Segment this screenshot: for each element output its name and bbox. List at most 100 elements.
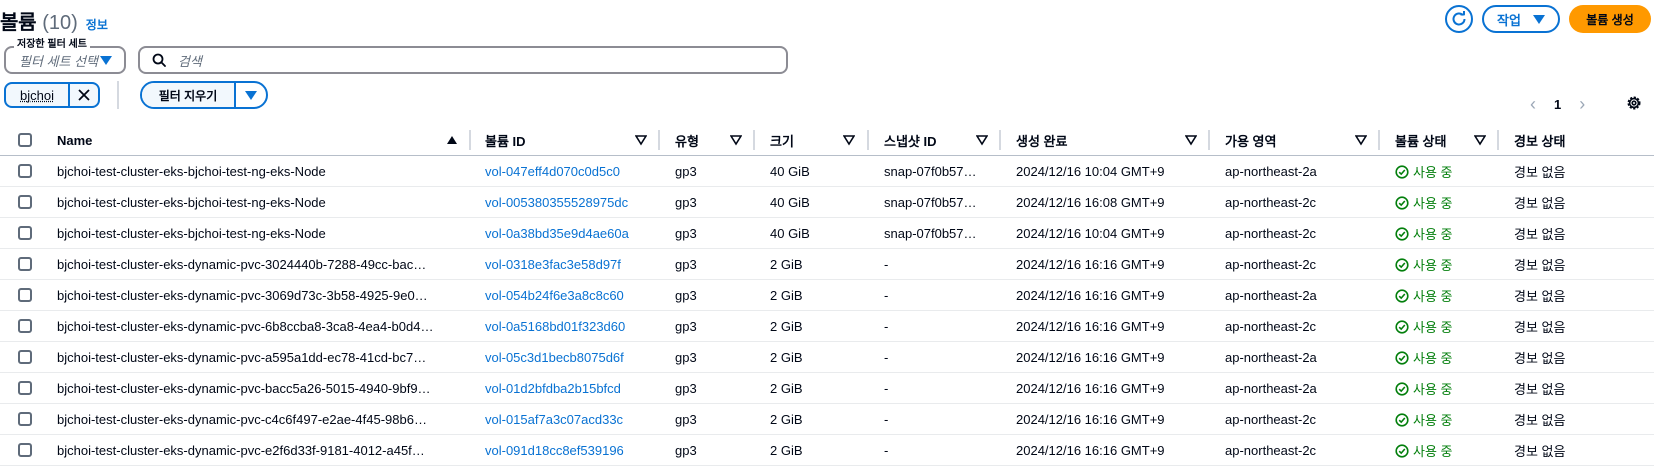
- column-header-availability-zone[interactable]: 가용 영역: [1225, 124, 1276, 156]
- cell-volume-id-text[interactable]: vol-005380355528975dc: [485, 195, 628, 210]
- table-row[interactable]: bjchoi-test-cluster-eks-dynamic-pvc-3024…: [0, 249, 1654, 280]
- cell-volume-id-text[interactable]: vol-091d18cc8ef539196: [485, 443, 624, 458]
- sort-icon[interactable]: [1474, 134, 1486, 146]
- cell-volume-state: 사용 중: [1395, 373, 1495, 404]
- table-row[interactable]: bjchoi-test-cluster-eks-dynamic-pvc-3069…: [0, 280, 1654, 311]
- table-row[interactable]: bjchoi-test-cluster-eks-dynamic-pvc-a595…: [0, 342, 1654, 373]
- column-header-volume-id[interactable]: 볼륨 ID: [485, 124, 526, 156]
- current-page[interactable]: 1: [1554, 97, 1561, 112]
- cell-volume-id-text[interactable]: vol-05c3d1becb8075d6f: [485, 350, 624, 365]
- column-header-size[interactable]: 크기: [770, 124, 794, 156]
- cell-alarm-state: 경보 없음: [1514, 435, 1654, 466]
- cell-volume-id-text[interactable]: vol-047eff4d070c0d5c0: [485, 164, 620, 179]
- cell-volume-id-text[interactable]: vol-0a5168bd01f323d60: [485, 319, 625, 334]
- cell-volume-id[interactable]: vol-047eff4d070c0d5c0: [485, 156, 650, 187]
- status-text: 사용 중: [1413, 413, 1453, 428]
- table-row[interactable]: bjchoi-test-cluster-eks-bjchoi-test-ng-e…: [0, 156, 1654, 187]
- cell-volume-id-text[interactable]: vol-0318e3fac3e58d97f: [485, 257, 621, 272]
- table-row[interactable]: bjchoi-test-cluster-eks-bjchoi-test-ng-e…: [0, 187, 1654, 218]
- row-checkbox[interactable]: [18, 443, 32, 457]
- column-separator[interactable]: [1497, 130, 1499, 150]
- row-checkbox[interactable]: [18, 226, 32, 240]
- column-header-created[interactable]: 생성 완료: [1016, 124, 1067, 156]
- clear-filters-dropdown[interactable]: [236, 83, 266, 107]
- row-checkbox[interactable]: [18, 412, 32, 426]
- search-input[interactable]: 검색: [138, 46, 788, 74]
- sort-icon[interactable]: [1185, 134, 1197, 146]
- cell-name: bjchoi-test-cluster-eks-bjchoi-test-ng-e…: [57, 156, 457, 187]
- cell-volume-id-text[interactable]: vol-054b24f6e3a8c8c60: [485, 288, 624, 303]
- table-row[interactable]: bjchoi-test-cluster-eks-bjchoi-test-ng-e…: [0, 218, 1654, 249]
- cell-volume-id[interactable]: vol-05c3d1becb8075d6f: [485, 342, 650, 373]
- cell-volume-id[interactable]: vol-091d18cc8ef539196: [485, 435, 650, 466]
- cell-snapshot-id-text: -: [884, 288, 889, 303]
- refresh-button[interactable]: [1445, 5, 1473, 33]
- sort-icon[interactable]: [635, 134, 647, 146]
- row-checkbox[interactable]: [18, 288, 32, 302]
- clear-filters-split-button: 필터 지우기: [140, 81, 268, 109]
- table-row[interactable]: bjchoi-test-cluster-eks-dynamic-pvc-bacc…: [0, 373, 1654, 404]
- column-separator[interactable]: [469, 130, 471, 150]
- cell-volume-id-text[interactable]: vol-0a38bd35e9d4ae60a: [485, 226, 629, 241]
- sort-icon[interactable]: [843, 134, 855, 146]
- cell-availability-zone: ap-northeast-2c: [1225, 187, 1375, 218]
- cell-volume-id[interactable]: vol-0318e3fac3e58d97f: [485, 249, 650, 280]
- cell-name-text: bjchoi-test-cluster-eks-dynamic-pvc-bacc…: [57, 381, 431, 396]
- column-header-snapshot-id[interactable]: 스냅샷 ID: [884, 124, 937, 156]
- table-row[interactable]: bjchoi-test-cluster-eks-dynamic-pvc-e2f6…: [0, 435, 1654, 466]
- table-row[interactable]: bjchoi-test-cluster-eks-dynamic-pvc-6b8c…: [0, 311, 1654, 342]
- cell-volume-id[interactable]: vol-015af7a3c07acd33c: [485, 404, 650, 435]
- column-header-name[interactable]: Name: [57, 124, 92, 156]
- cell-volume-id[interactable]: vol-0a38bd35e9d4ae60a: [485, 218, 650, 249]
- column-header-alarm-state[interactable]: 경보 상태: [1514, 124, 1565, 156]
- row-checkbox[interactable]: [18, 257, 32, 271]
- cell-volume-id[interactable]: vol-0a5168bd01f323d60: [485, 311, 650, 342]
- filter-token-label[interactable]: bjchoi: [6, 88, 68, 103]
- cell-size-text: 2 GiB: [770, 350, 803, 365]
- cell-type: gp3: [675, 435, 745, 466]
- cell-size: 2 GiB: [770, 373, 860, 404]
- next-page-icon[interactable]: ›: [1579, 94, 1585, 115]
- column-separator[interactable]: [867, 130, 869, 150]
- column-header-type[interactable]: 유형: [675, 124, 699, 156]
- clear-filters-button[interactable]: 필터 지우기: [142, 83, 236, 107]
- column-separator[interactable]: [1378, 130, 1380, 150]
- cell-volume-state: 사용 중: [1395, 435, 1495, 466]
- gear-icon[interactable]: [1625, 94, 1643, 112]
- cell-volume-id[interactable]: vol-005380355528975dc: [485, 187, 650, 218]
- sort-ascending-icon[interactable]: [446, 134, 458, 146]
- row-checkbox[interactable]: [18, 164, 32, 178]
- sort-icon[interactable]: [1355, 134, 1367, 146]
- actions-dropdown-button[interactable]: 작업: [1482, 5, 1560, 33]
- column-separator[interactable]: [658, 130, 660, 150]
- previous-page-icon[interactable]: ‹: [1530, 94, 1536, 115]
- info-link[interactable]: 정보: [86, 16, 108, 33]
- remove-token-button[interactable]: [68, 84, 98, 106]
- create-volume-button[interactable]: 볼륨 생성: [1569, 5, 1651, 33]
- row-checkbox[interactable]: [18, 381, 32, 395]
- select-all-checkbox[interactable]: [18, 133, 32, 147]
- column-separator[interactable]: [753, 130, 755, 150]
- row-checkbox[interactable]: [18, 350, 32, 364]
- cell-alarm-state: 경보 없음: [1514, 249, 1654, 280]
- saved-filter-select[interactable]: 필터 세트 선택: [4, 46, 126, 74]
- column-separator[interactable]: [999, 130, 1001, 150]
- sort-icon[interactable]: [976, 134, 988, 146]
- row-checkbox[interactable]: [18, 195, 32, 209]
- column-separator[interactable]: [1208, 130, 1210, 150]
- volumes-table: Name 볼륨 ID 유형 크기 스냅샷 ID 생성 완료 가용 영역 볼륨 상…: [0, 124, 1654, 466]
- cell-volume-id-text[interactable]: vol-015af7a3c07acd33c: [485, 412, 623, 427]
- sort-icon[interactable]: [730, 134, 742, 146]
- row-checkbox[interactable]: [18, 319, 32, 333]
- column-header-volume-state[interactable]: 볼륨 상태: [1395, 124, 1446, 156]
- table-row[interactable]: bjchoi-test-cluster-eks-dynamic-pvc-c4c6…: [0, 404, 1654, 435]
- cell-availability-zone-text: ap-northeast-2c: [1225, 257, 1317, 272]
- cell-type: gp3: [675, 404, 745, 435]
- close-icon: [78, 89, 90, 101]
- cell-volume-state: 사용 중: [1395, 342, 1495, 373]
- cell-volume-id[interactable]: vol-054b24f6e3a8c8c60: [485, 280, 650, 311]
- cell-volume-id-text[interactable]: vol-01d2bfdba2b15bfcd: [485, 381, 621, 396]
- cell-size-text: 40 GiB: [770, 226, 810, 241]
- filter-token: bjchoi: [4, 82, 100, 108]
- cell-volume-id[interactable]: vol-01d2bfdba2b15bfcd: [485, 373, 650, 404]
